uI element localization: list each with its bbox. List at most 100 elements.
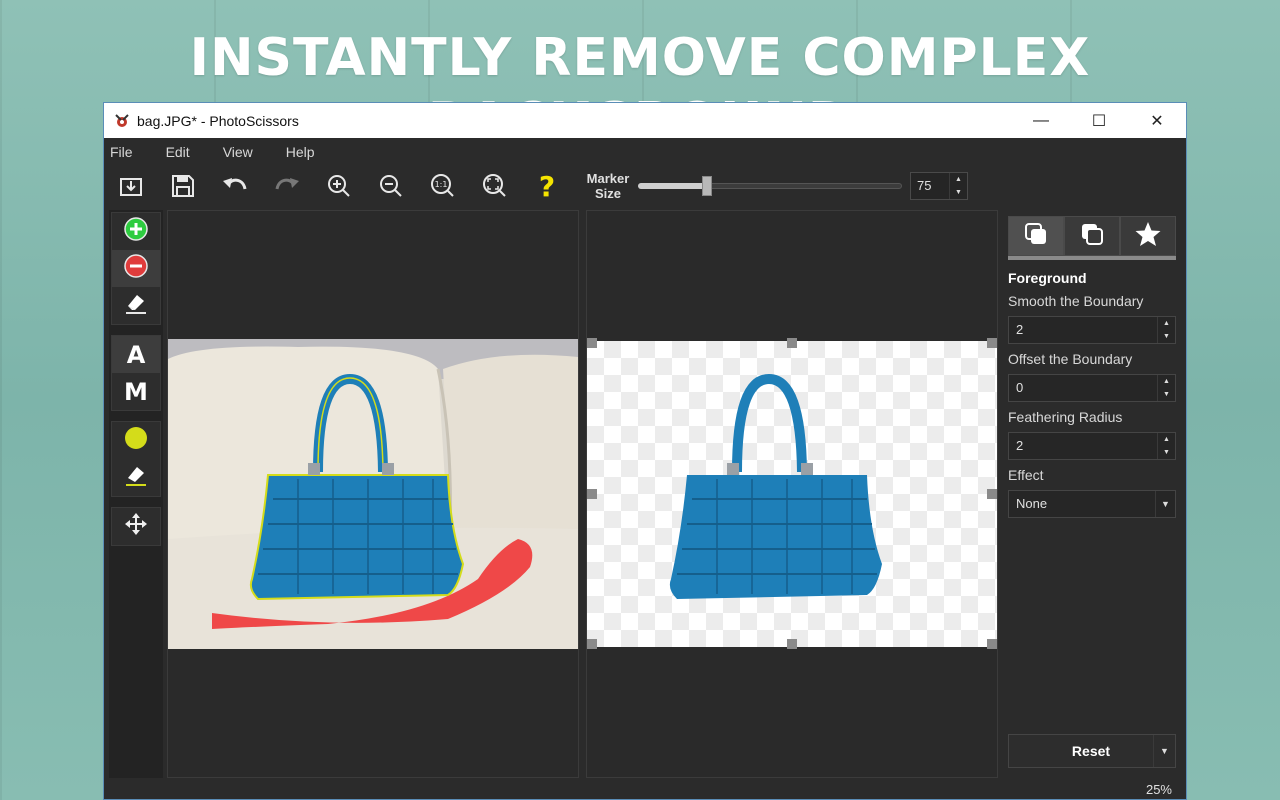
eraser-icon bbox=[123, 291, 149, 320]
menu-view[interactable]: View bbox=[223, 144, 253, 160]
feathering-radius-value[interactable]: 2 bbox=[1009, 433, 1157, 459]
redo-button[interactable] bbox=[272, 171, 302, 201]
smooth-boundary-field[interactable]: 2 ▲ ▼ bbox=[1008, 316, 1176, 344]
effect-value[interactable]: None bbox=[1009, 491, 1155, 517]
tab-effects[interactable] bbox=[1120, 216, 1176, 256]
spin-up-icon[interactable]: ▲ bbox=[1158, 375, 1175, 388]
crop-handle[interactable] bbox=[787, 338, 797, 348]
offset-boundary-label: Offset the Boundary bbox=[1008, 351, 1133, 367]
panel-tabs bbox=[1008, 216, 1176, 260]
app-window: bag.JPG* - PhotoScissors — ☐ ✕ File Edit… bbox=[103, 102, 1187, 800]
save-button[interactable] bbox=[168, 171, 198, 201]
crop-handle[interactable] bbox=[587, 639, 597, 649]
effect-label: Effect bbox=[1008, 467, 1044, 483]
spin-down-icon[interactable]: ▼ bbox=[1158, 388, 1175, 401]
crop-handle[interactable] bbox=[587, 338, 597, 348]
eraser-button[interactable] bbox=[112, 287, 160, 324]
feathering-radius-field[interactable]: 2 ▲ ▼ bbox=[1008, 432, 1176, 460]
background-marker-icon bbox=[124, 254, 148, 283]
result-image[interactable] bbox=[587, 341, 997, 647]
undo-button[interactable] bbox=[220, 171, 250, 201]
marker-size-spinbox[interactable]: 75 ▲ ▼ bbox=[910, 172, 968, 200]
zoom-actual-icon: 1:1 bbox=[430, 173, 456, 199]
hair-marker-button[interactable] bbox=[112, 422, 160, 459]
spin-up-icon[interactable]: ▲ bbox=[1158, 317, 1175, 330]
zoom-actual-button[interactable]: 1:1 bbox=[428, 171, 458, 201]
crop-handle[interactable] bbox=[987, 338, 997, 348]
zoom-fit-button[interactable] bbox=[480, 171, 510, 201]
foreground-marker-icon bbox=[124, 217, 148, 246]
zoom-in-icon bbox=[326, 173, 352, 199]
offset-boundary-field[interactable]: 0 ▲ ▼ bbox=[1008, 374, 1176, 402]
crop-handle[interactable] bbox=[587, 489, 597, 499]
chevron-down-icon[interactable]: ▼ bbox=[1155, 491, 1175, 517]
zoom-actual-text: 1:1 bbox=[435, 180, 448, 189]
help-icon: ? bbox=[538, 169, 556, 203]
tool-palette: A M bbox=[109, 210, 163, 778]
menu-bar: File Edit View Help bbox=[104, 138, 1186, 166]
app-logo-icon bbox=[113, 112, 131, 130]
crop-handle[interactable] bbox=[987, 639, 997, 649]
toolbar: 1:1 ? Marker Size 75 ▲ ▼ bbox=[104, 166, 1186, 206]
offset-boundary-value[interactable]: 0 bbox=[1009, 375, 1157, 401]
reset-button[interactable]: Reset ▼ bbox=[1008, 734, 1176, 768]
marker-size-slider[interactable] bbox=[638, 176, 902, 196]
menu-edit[interactable]: Edit bbox=[166, 144, 190, 160]
window-title: bag.JPG* - PhotoScissors bbox=[137, 112, 299, 129]
menu-help[interactable]: Help bbox=[286, 144, 315, 160]
source-canvas[interactable] bbox=[167, 210, 579, 778]
crop-handle[interactable] bbox=[787, 639, 797, 649]
move-tool-group bbox=[111, 507, 161, 546]
move-icon bbox=[123, 511, 149, 542]
tab-background[interactable] bbox=[1064, 216, 1120, 256]
title-bar: bag.JPG* - PhotoScissors — ☐ ✕ bbox=[104, 103, 1186, 138]
move-button[interactable] bbox=[112, 508, 160, 545]
spin-up-icon[interactable]: ▲ bbox=[1158, 433, 1175, 446]
manual-mode-button[interactable]: M bbox=[112, 373, 160, 410]
source-image[interactable] bbox=[168, 339, 578, 649]
menu-file[interactable]: File bbox=[110, 144, 133, 160]
result-canvas[interactable] bbox=[586, 210, 998, 778]
zoom-fit-icon bbox=[482, 173, 508, 199]
zoom-level: 25% bbox=[1145, 782, 1172, 797]
mode-tool-group: A M bbox=[111, 335, 161, 411]
slider-fill bbox=[638, 183, 707, 189]
hair-tool-group bbox=[111, 421, 161, 497]
save-icon bbox=[170, 173, 196, 199]
spin-down-icon[interactable]: ▼ bbox=[1158, 330, 1175, 343]
foreground-tab-icon bbox=[1023, 221, 1049, 252]
hair-eraser-button[interactable] bbox=[112, 459, 160, 496]
reset-label: Reset bbox=[1071, 743, 1111, 759]
zoom-out-button[interactable] bbox=[376, 171, 406, 201]
feathering-radius-label: Feathering Radius bbox=[1008, 409, 1123, 425]
spin-down-icon[interactable]: ▼ bbox=[1158, 446, 1175, 459]
zoom-out-icon bbox=[378, 173, 404, 199]
slider-handle[interactable] bbox=[702, 176, 712, 196]
effect-select[interactable]: None ▼ bbox=[1008, 490, 1176, 518]
auto-mode-label: A bbox=[126, 340, 146, 369]
auto-mode-button[interactable]: A bbox=[112, 336, 160, 373]
crop-handle[interactable] bbox=[987, 489, 997, 499]
spin-down-icon[interactable]: ▼ bbox=[950, 186, 967, 199]
chevron-down-icon[interactable]: ▼ bbox=[1153, 735, 1175, 767]
tab-foreground[interactable] bbox=[1008, 216, 1064, 256]
maximize-button[interactable]: ☐ bbox=[1070, 103, 1128, 138]
zoom-in-button[interactable] bbox=[324, 171, 354, 201]
close-button[interactable]: ✕ bbox=[1128, 103, 1186, 138]
open-button[interactable] bbox=[116, 171, 146, 201]
spin-up-icon[interactable]: ▲ bbox=[950, 173, 967, 186]
help-button[interactable]: ? bbox=[532, 169, 562, 203]
marker-size-label-line2: Size bbox=[594, 186, 621, 201]
marker-tool-group bbox=[111, 212, 161, 325]
background-tab-icon bbox=[1079, 221, 1105, 252]
panel-title: Foreground bbox=[1008, 270, 1087, 286]
undo-icon bbox=[221, 173, 249, 199]
background-marker-button[interactable] bbox=[112, 250, 160, 287]
marker-size-value[interactable]: 75 bbox=[911, 173, 949, 199]
smooth-boundary-value[interactable]: 2 bbox=[1009, 317, 1157, 343]
manual-mode-label: M bbox=[124, 377, 148, 406]
smooth-boundary-label: Smooth the Boundary bbox=[1008, 293, 1144, 309]
minimize-button[interactable]: — bbox=[1012, 103, 1070, 138]
open-icon bbox=[118, 173, 144, 199]
foreground-marker-button[interactable] bbox=[112, 213, 160, 250]
